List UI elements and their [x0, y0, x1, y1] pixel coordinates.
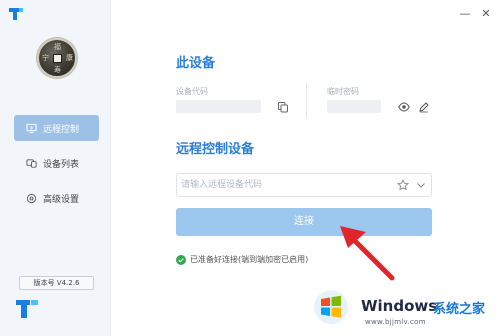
connection-status: 已准备好连接(端到端加密已启用)	[176, 254, 308, 265]
star-icon[interactable]	[397, 179, 409, 191]
copy-icon[interactable]	[277, 101, 289, 113]
check-circle-icon	[176, 254, 186, 265]
version-badge: 版本号 V4.2.6	[19, 276, 94, 290]
avatar-coin-hole	[53, 54, 62, 63]
device-list-icon	[26, 158, 37, 169]
remote-device-code-combobox	[176, 173, 432, 197]
sidebar-item-label: 远程控制	[43, 124, 80, 135]
temp-password-value	[327, 100, 381, 113]
app-logo-icon	[9, 8, 23, 20]
annotation-arrow	[340, 226, 395, 281]
gear-icon	[26, 193, 37, 204]
avatar-char-top: 福	[54, 43, 61, 51]
status-text: 已准备好连接(端到端加密已启用)	[190, 255, 309, 264]
field-divider	[306, 84, 307, 118]
sidebar-item-advanced-settings[interactable]: 高级设置	[14, 185, 99, 211]
watermark-url: www.bjjmlv.com	[365, 318, 426, 326]
remote-screen-icon	[26, 123, 37, 134]
close-button[interactable]: ✕	[480, 8, 492, 20]
avatar-char-right: 康	[66, 54, 73, 62]
sidebar: 福 寿 康 宁 远程控制 设备列表 高级设置 版本号 V4.2.6	[0, 0, 111, 336]
eye-icon[interactable]	[398, 101, 410, 113]
windows-logo-icon	[314, 290, 348, 324]
sidebar-item-label: 设备列表	[43, 159, 80, 170]
avatar-char-left: 宁	[42, 54, 49, 62]
device-code-value	[176, 100, 261, 113]
sidebar-item-device-list[interactable]: 设备列表	[14, 150, 99, 176]
device-code-label: 设备代码	[176, 87, 208, 96]
app-window: 福 寿 康 宁 远程控制 设备列表 高级设置 版本号 V4.2.6 — ✕ 此设…	[0, 0, 500, 336]
sidebar-item-label: 高级设置	[43, 194, 80, 205]
edit-pencil-icon[interactable]	[418, 101, 430, 113]
watermark-brand-cn: 系统之家	[433, 302, 486, 317]
avatar-char-bottom: 寿	[54, 66, 61, 74]
app-logo-icon	[16, 300, 38, 318]
watermark-brand: Windows	[361, 297, 438, 315]
temp-password-label: 临时密码	[327, 87, 359, 96]
this-device-title: 此设备	[176, 56, 216, 71]
minimize-button[interactable]: —	[459, 8, 471, 20]
avatar[interactable]: 福 寿 康 宁	[37, 38, 77, 78]
remote-device-code-input[interactable]	[181, 174, 391, 196]
watermark: Windows 系统之家 www.bjjmlv.com	[305, 285, 500, 336]
chevron-down-icon[interactable]	[415, 179, 427, 191]
remote-control-title: 远程控制设备	[176, 142, 255, 157]
sidebar-item-remote-control[interactable]: 远程控制	[14, 115, 99, 141]
